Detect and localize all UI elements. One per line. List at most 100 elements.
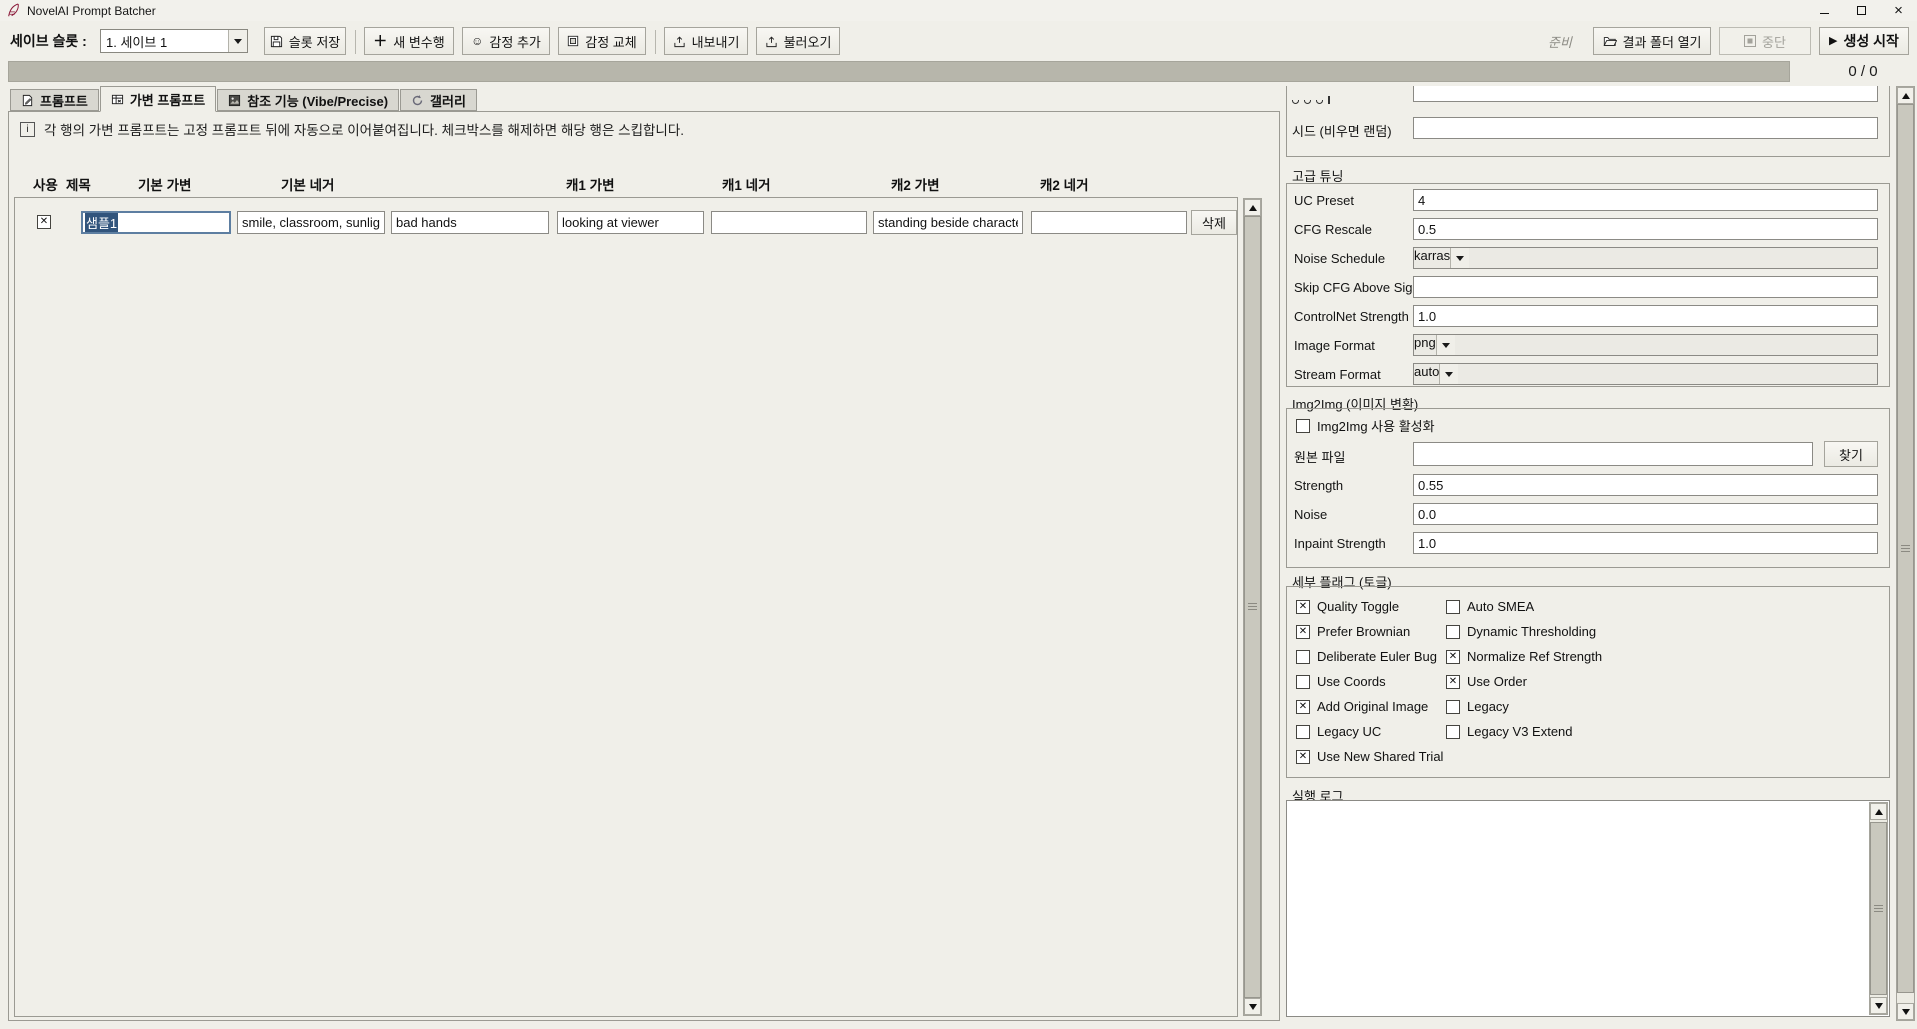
column-header-char2-negative: 캐2 네거 [1040,174,1089,194]
checkbox-checked[interactable]: ✕ [1296,625,1310,639]
cfg-rescale-input[interactable] [1413,218,1878,240]
log-scrollbar[interactable] [1869,802,1888,1015]
uc-preset-input[interactable] [1413,189,1878,211]
flag-use-new-shared-trial[interactable]: ✕Use New Shared Trial [1296,744,1446,769]
flag-normalize-ref-strength[interactable]: ✕Normalize Ref Strength [1446,644,1880,669]
checkbox-unchecked[interactable] [1446,625,1460,639]
scroll-down-button[interactable] [1244,998,1261,1015]
row-delete-button[interactable]: 삭제 [1191,210,1237,235]
skip-cfg-above-sigma-input[interactable] [1413,276,1878,298]
checkbox-unchecked[interactable] [1446,700,1460,714]
export-button[interactable]: 내보내기 [664,27,748,55]
strength-input[interactable] [1413,474,1878,496]
checkbox-unchecked[interactable] [1446,725,1460,739]
scroll-track[interactable] [1870,820,1887,997]
open-results-folder-button[interactable]: 결과 폴더 열기 [1593,27,1711,55]
noise-schedule-combobox[interactable]: karras [1413,247,1878,269]
chevron-down-icon[interactable] [1436,335,1455,355]
tab-reference-vibe[interactable]: 참조 기능 (Vibe/Precise) [217,89,399,111]
tab-gallery[interactable]: 갤러리 [400,89,477,111]
scroll-down-button[interactable] [1897,1003,1914,1020]
flag-deliberate-euler-bug[interactable]: Deliberate Euler Bug [1296,644,1446,669]
inpaint-strength-input[interactable] [1413,532,1878,554]
maximize-button[interactable] [1843,0,1880,21]
checkbox-unchecked[interactable] [1446,600,1460,614]
flag-prefer-brownian[interactable]: ✕ Prefer Brownian [1296,619,1446,644]
progress-counter: 0 / 0 [1816,61,1910,82]
log-output[interactable] [1288,802,1868,1015]
emotion-swap-label: 감정 교체 [585,32,636,51]
save-slot-button[interactable]: 슬롯 저장 [264,27,346,55]
source-file-input[interactable] [1413,442,1813,466]
flag-add-original-image[interactable]: ✕Add Original Image [1296,694,1446,719]
scroll-track[interactable] [1244,216,1261,998]
image-icon [228,94,241,107]
browse-button[interactable]: 찾기 [1824,441,1878,467]
stop-button[interactable]: 중단 [1719,27,1811,55]
row-base-negative-input[interactable] [391,211,549,234]
import-button[interactable]: 불러오기 [756,27,840,55]
new-variable-row-button[interactable]: ＋ 새 변수행 [364,27,454,55]
chevron-down-icon[interactable] [228,30,247,52]
seed-input[interactable] [1413,117,1878,139]
chevron-down-icon[interactable] [1439,364,1458,384]
noise-input[interactable] [1413,503,1878,525]
checkbox-unchecked[interactable] [1296,725,1310,739]
flag-use-coords[interactable]: Use Coords [1296,669,1446,694]
setting-row-inpaint-strength: Inpaint Strength [1286,530,1890,559]
scroll-down-button[interactable] [1870,997,1887,1014]
scroll-thumb[interactable] [1870,822,1887,995]
scroll-track[interactable] [1897,104,1914,1003]
close-button[interactable] [1880,0,1917,21]
flag-auto-smea[interactable]: Auto SMEA [1446,594,1880,619]
flag-legacy[interactable]: Legacy [1446,694,1880,719]
flag-label: Prefer Brownian [1317,624,1410,639]
save-slot-combobox[interactable]: 1. 세이브 1 [100,29,248,53]
combobox-value: auto [1414,364,1439,384]
stream-format-combobox[interactable]: auto [1413,363,1878,385]
emotion-swap-button[interactable]: 감정 교체 [558,27,646,55]
row-enabled-checkbox[interactable]: ✕ [37,215,51,229]
row-char2-negative-input[interactable] [1031,211,1187,234]
checkbox-checked[interactable]: ✕ [1446,675,1460,689]
scroll-up-button[interactable] [1870,803,1887,820]
row-char2-prompt-input[interactable] [873,211,1023,234]
image-format-combobox[interactable]: png [1413,334,1878,356]
checkbox-unchecked[interactable] [1296,650,1310,664]
flag-dynamic-thresholding[interactable]: Dynamic Thresholding [1446,619,1880,644]
img2img-enable-row[interactable]: Img2Img 사용 활성화 [1296,416,1435,435]
clipped-top-input[interactable] [1413,86,1878,102]
row-char1-negative-input[interactable] [711,211,867,234]
start-generation-button[interactable]: ▶ 생성 시작 [1819,27,1909,55]
flag-use-order[interactable]: ✕Use Order [1446,669,1880,694]
scroll-up-button[interactable] [1244,199,1261,216]
flag-legacy-uc[interactable]: Legacy UC [1296,719,1446,744]
row-char1-prompt-input[interactable] [557,211,704,234]
scroll-thumb[interactable] [1244,216,1261,998]
tab-prompt[interactable]: 프롬프트 [10,89,99,111]
rows-scrollbar[interactable] [1243,198,1262,1016]
controlnet-strength-input[interactable] [1413,305,1878,327]
flag-quality-toggle[interactable]: ✕Quality Toggle [1296,594,1446,619]
settings-panel: 시드 (비우면 랜덤) 고급 튜닝 UC PresetCFG RescaleNo… [1286,86,1898,1021]
tab-variable-prompt[interactable]: 가변 프롬프트 [100,86,216,112]
chevron-down-icon[interactable] [1450,248,1469,268]
checkbox-unchecked[interactable] [1296,675,1310,689]
seed-label: 시드 (비우면 랜덤) [1292,121,1392,140]
row-title-input[interactable]: 샘플1 [81,211,231,234]
scroll-thumb[interactable] [1897,104,1914,993]
tab-variable-prompt-label: 가변 프롬프트 [130,90,205,109]
emotion-add-button[interactable]: ☺ 감정 추가 [462,27,550,55]
save-slot-value: 1. 세이브 1 [101,30,228,52]
settings-scrollbar[interactable] [1896,86,1915,1021]
checkbox-checked[interactable]: ✕ [1296,600,1310,614]
row-base-prompt-input[interactable] [237,211,385,234]
play-icon: ▶ [1829,36,1837,47]
checkbox-checked[interactable]: ✕ [1296,750,1310,764]
checkbox-checked[interactable]: ✕ [1296,700,1310,714]
flag-legacy-v3-extend[interactable]: Legacy V3 Extend [1446,719,1880,744]
scroll-up-button[interactable] [1897,87,1914,104]
checkbox-unchecked[interactable] [1296,419,1310,433]
minimize-button[interactable] [1806,0,1843,21]
checkbox-checked[interactable]: ✕ [1446,650,1460,664]
